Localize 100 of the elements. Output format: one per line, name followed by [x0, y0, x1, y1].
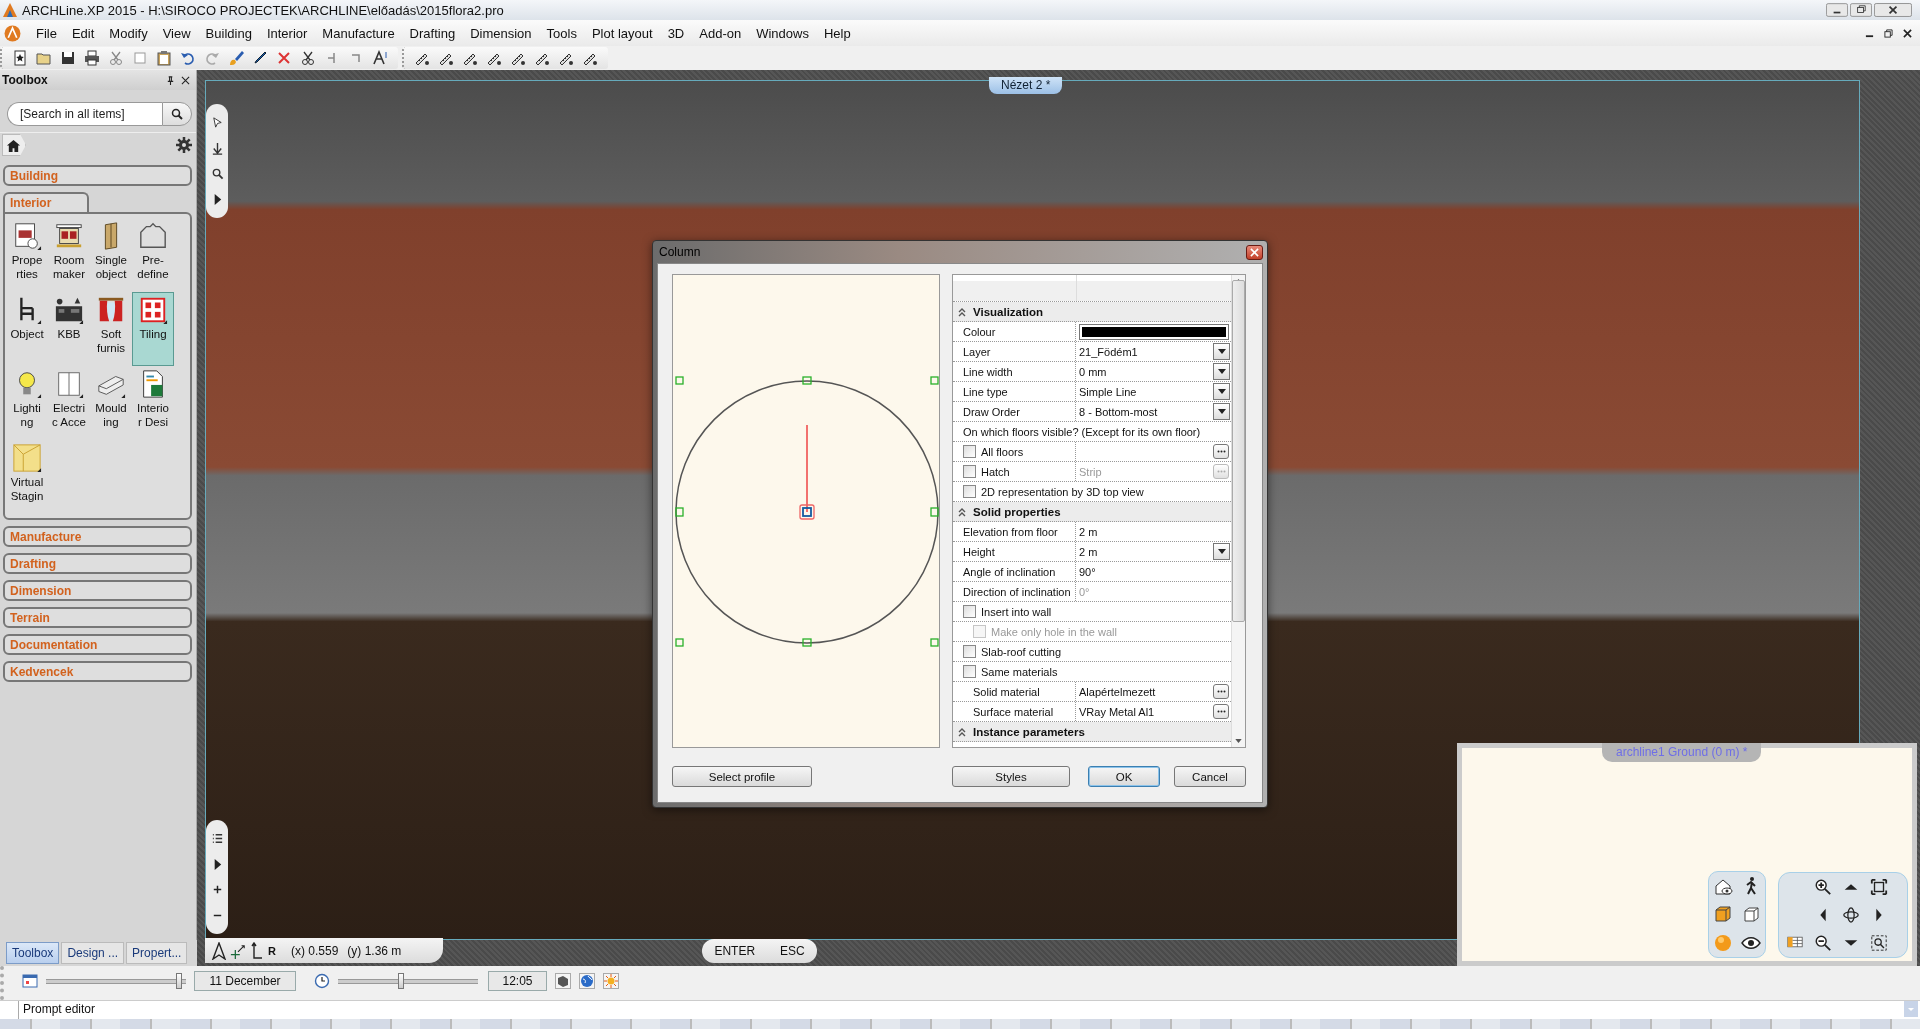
tool-item[interactable]: Object [6, 292, 48, 366]
property-value[interactable]: 90° [1079, 565, 1231, 578]
close-button[interactable] [1246, 244, 1263, 260]
clock-icon[interactable] [314, 973, 330, 989]
search-button[interactable] [162, 102, 192, 126]
paste-icon[interactable] [156, 50, 172, 66]
save-icon[interactable] [60, 50, 76, 66]
menu-item[interactable]: Modify [101, 23, 155, 43]
checkbox[interactable] [963, 605, 976, 618]
tool-item[interactable]: Electri c Acce [48, 366, 90, 440]
double-chevron-icon[interactable] [957, 306, 967, 317]
render-icon[interactable] [555, 973, 571, 989]
slider-thumb[interactable] [176, 973, 182, 989]
property-value[interactable]: Simple Line [1079, 385, 1213, 398]
sun-icon[interactable] [603, 973, 619, 989]
tool-item[interactable]: Single object [90, 218, 132, 292]
calendar-icon[interactable] [22, 973, 38, 989]
tool-item[interactable]: Interio r Desi [132, 366, 174, 440]
property-value[interactable]: 2 m [1079, 525, 1231, 538]
command-button[interactable]: ENTER [708, 943, 762, 959]
zoom-window-icon[interactable] [1870, 934, 1888, 952]
menu-item[interactable]: Plot layout [583, 23, 660, 43]
menu-item[interactable]: Interior [258, 23, 315, 43]
dropdown-button[interactable] [1213, 383, 1230, 400]
scrollbar[interactable] [1231, 275, 1245, 747]
property-value[interactable]: 21_Födém1 [1079, 345, 1213, 358]
column-profile-drawing[interactable] [675, 376, 939, 647]
menu-item[interactable]: Drafting [401, 23, 463, 43]
double-chevron-icon[interactable] [957, 726, 967, 737]
list-icon[interactable] [210, 832, 224, 846]
layers-icon[interactable] [1787, 936, 1803, 948]
restore-icon[interactable] [1850, 3, 1872, 17]
undo-icon[interactable] [180, 50, 196, 66]
color-swatch[interactable] [1080, 324, 1228, 339]
double-chevron-icon[interactable] [957, 506, 967, 517]
tool-item[interactable]: Mould ing [90, 366, 132, 440]
close-icon[interactable] [181, 75, 190, 85]
shaded-cube-icon[interactable] [1713, 904, 1733, 925]
property-value[interactable]: 8 - Bottom-most [1079, 405, 1213, 418]
arrow-down-icon[interactable] [210, 141, 224, 155]
fit-view-icon[interactable] [1870, 878, 1888, 896]
orbit-icon[interactable] [1842, 906, 1860, 924]
globe-icon[interactable] [579, 973, 595, 989]
tool-item[interactable]: Virtual Stagin [6, 440, 48, 514]
dropdown-button[interactable] [1213, 363, 1230, 380]
close-icon[interactable] [1874, 3, 1912, 17]
scissors-icon[interactable] [300, 50, 316, 66]
property-value[interactable]: 0 mm [1079, 365, 1213, 378]
ellipsis-button[interactable] [1213, 444, 1229, 459]
dialog-button[interactable]: Styles [952, 766, 1070, 787]
command-button[interactable]: ESC [773, 943, 811, 959]
property-value[interactable]: 2 m [1079, 545, 1213, 558]
close-icon[interactable] [1903, 28, 1912, 38]
checkbox[interactable] [963, 485, 976, 498]
dropdown-button[interactable] [1213, 343, 1230, 360]
checkbox[interactable] [963, 445, 976, 458]
menu-item[interactable]: File [28, 23, 64, 43]
delete-icon[interactable] [276, 50, 292, 66]
tool-item[interactable]: Room maker [48, 218, 90, 292]
text-style-icon[interactable] [372, 50, 388, 66]
ellipsis-button[interactable] [1213, 684, 1229, 699]
pointer-icon[interactable] [210, 116, 224, 130]
search-field[interactable]: [Search in all items] [7, 102, 162, 126]
panel-tab[interactable]: Toolbox [6, 942, 60, 964]
menu-item[interactable]: Tools [538, 23, 584, 43]
wireframe-cube-icon[interactable] [1741, 904, 1761, 925]
tool-item[interactable]: KBB [48, 292, 90, 366]
home-button[interactable] [2, 134, 26, 156]
menu-item[interactable]: 3D [659, 23, 692, 43]
property-value[interactable]: Alapértelmezett [1079, 685, 1213, 698]
dialog-button[interactable]: OK [1088, 766, 1160, 787]
tool-item[interactable]: Prope rties [6, 218, 48, 292]
menu-item[interactable]: Building [197, 23, 259, 43]
tool-item[interactable]: Soft furnis [90, 292, 132, 366]
menu-item[interactable]: Manufacture [314, 23, 402, 43]
settings-icon[interactable] [176, 137, 192, 153]
menu-item[interactable]: Windows [748, 23, 816, 43]
dropdown-button[interactable] [1213, 403, 1230, 420]
zoom-in-icon[interactable] [1814, 878, 1832, 896]
menu-item[interactable]: Dimension [462, 23, 539, 43]
pipette-icon[interactable] [252, 50, 268, 66]
ellipsis-button[interactable] [1213, 704, 1229, 719]
date-field[interactable]: 11 December [194, 971, 296, 991]
open-folder-icon[interactable] [36, 50, 52, 66]
checkbox[interactable] [963, 645, 976, 658]
cut-icon[interactable] [108, 50, 124, 66]
checkbox[interactable] [963, 665, 976, 678]
dropdown-button[interactable] [1213, 543, 1230, 560]
menu-item[interactable]: View [154, 23, 198, 43]
brush-icon[interactable] [228, 50, 244, 66]
menu-item[interactable]: Edit [63, 23, 102, 43]
zoom-out-icon[interactable] [1814, 934, 1832, 952]
tool-item[interactable]: Pre- define [132, 218, 174, 292]
tool-item[interactable]: Lighti ng [6, 366, 48, 440]
panel-tab[interactable]: Design ... [61, 942, 125, 964]
menu-item[interactable]: Add-on [691, 23, 749, 43]
pin-icon[interactable] [166, 75, 175, 85]
app-logo-icon[interactable] [4, 24, 21, 42]
search-icon[interactable] [210, 167, 224, 181]
slider-thumb[interactable] [398, 973, 404, 989]
